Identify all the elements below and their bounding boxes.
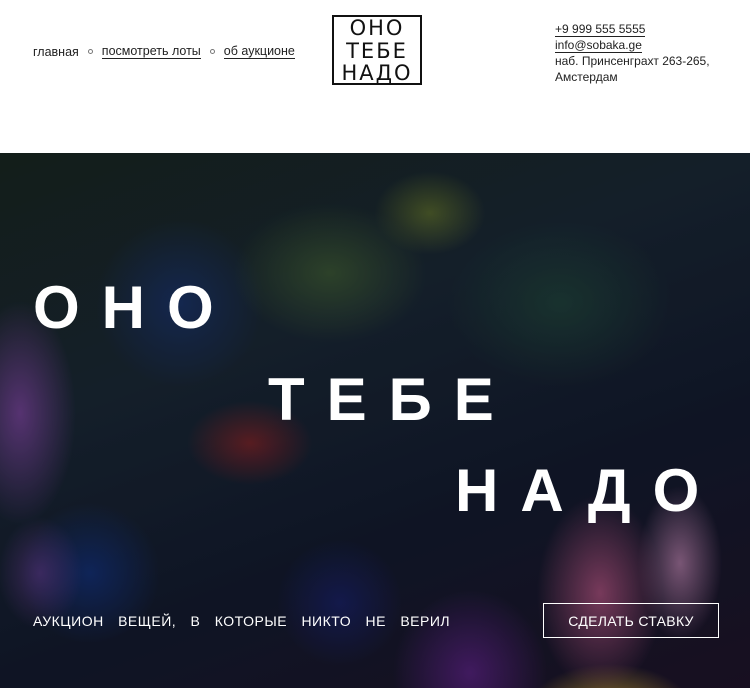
hero-word: НАДО [455,457,722,524]
nav-home-link[interactable]: главная [33,45,79,59]
email-link[interactable]: info@sobaka.ge [555,39,642,53]
logo-line: НАДО [341,61,413,85]
contacts-block: +9 999 555 5555 info@sobaka.ge наб. Прин… [555,21,715,85]
phone-link[interactable]: +9 999 555 5555 [555,23,646,37]
logo-line: ОНО [349,16,405,40]
site-header: главная посмотреть лоты об аукционе ОНО … [0,0,750,153]
nav-lots-link[interactable]: посмотреть лоты [101,44,201,60]
hero-tagline: АУКЦИОН ВЕЩЕЙ, В КОТОРЫЕ НИКТО НЕ ВЕРИЛ [33,613,451,629]
logo-line: ТЕБЕ [346,38,408,63]
place-bid-button[interactable]: СДЕЛАТЬ СТАВКУ [543,603,719,638]
site-logo[interactable]: ОНО ТЕБЕ НАДО [332,15,422,85]
hero-word: ОНО [33,274,236,341]
nav-separator-dot [209,49,215,55]
hero-section: ОНО ТЕБЕ НАДО АУКЦИОН ВЕЩЕЙ, В КОТОРЫЕ Н… [0,153,750,688]
address-text: наб. Принсенграхт 263-265, Амстердам [555,54,710,84]
main-nav: главная посмотреть лоты об аукционе [33,44,295,60]
nav-separator-dot [87,49,93,55]
hero-word: ТЕБЕ [268,366,516,433]
nav-about-link[interactable]: об аукционе [223,44,295,60]
